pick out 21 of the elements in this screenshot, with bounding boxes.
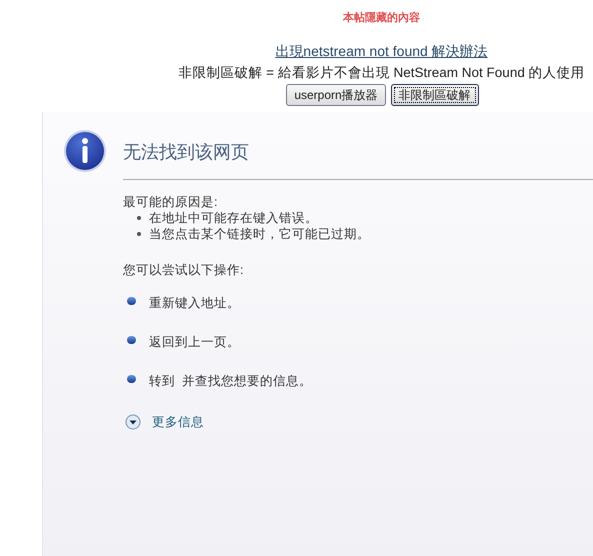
action-text: 返回到上一页。 [149, 334, 240, 352]
action-text: 转到 并查找您想要的信息。 [149, 373, 312, 390]
help-link[interactable]: 出現netstream not found 解決辦法 [275, 43, 488, 59]
usage-note: 非限制區破解 = 給看影片不會出現 NetStream Not Found 的人使用 [177, 64, 586, 82]
actions-heading: 您可以尝试以下操作: [123, 262, 244, 278]
hidden-content-notice: 本帖隱藏的內容 [342, 10, 421, 26]
bullet-icon [127, 296, 136, 304]
player-button[interactable]: userporn播放器 [286, 84, 386, 106]
bullet-icon [137, 232, 141, 236]
bullet-icon [127, 336, 136, 344]
info-icon [63, 129, 107, 173]
player-button[interactable]: 非限制區破解 [390, 84, 479, 106]
causes-heading: 最可能的原因是: [123, 194, 218, 210]
bullet-icon [137, 216, 141, 220]
more-info-link[interactable]: 更多信息 [152, 413, 204, 432]
bullet-icon [127, 374, 136, 382]
error-title: 无法找到该网页 [123, 140, 249, 164]
expand-icon[interactable] [125, 414, 141, 430]
cause-text: 当您点击某个链接时，它可能已过期。 [149, 226, 370, 242]
action-text: 重新键入地址。 [149, 295, 240, 312]
cause-text: 在地址中可能存在键入错误。 [149, 210, 318, 226]
